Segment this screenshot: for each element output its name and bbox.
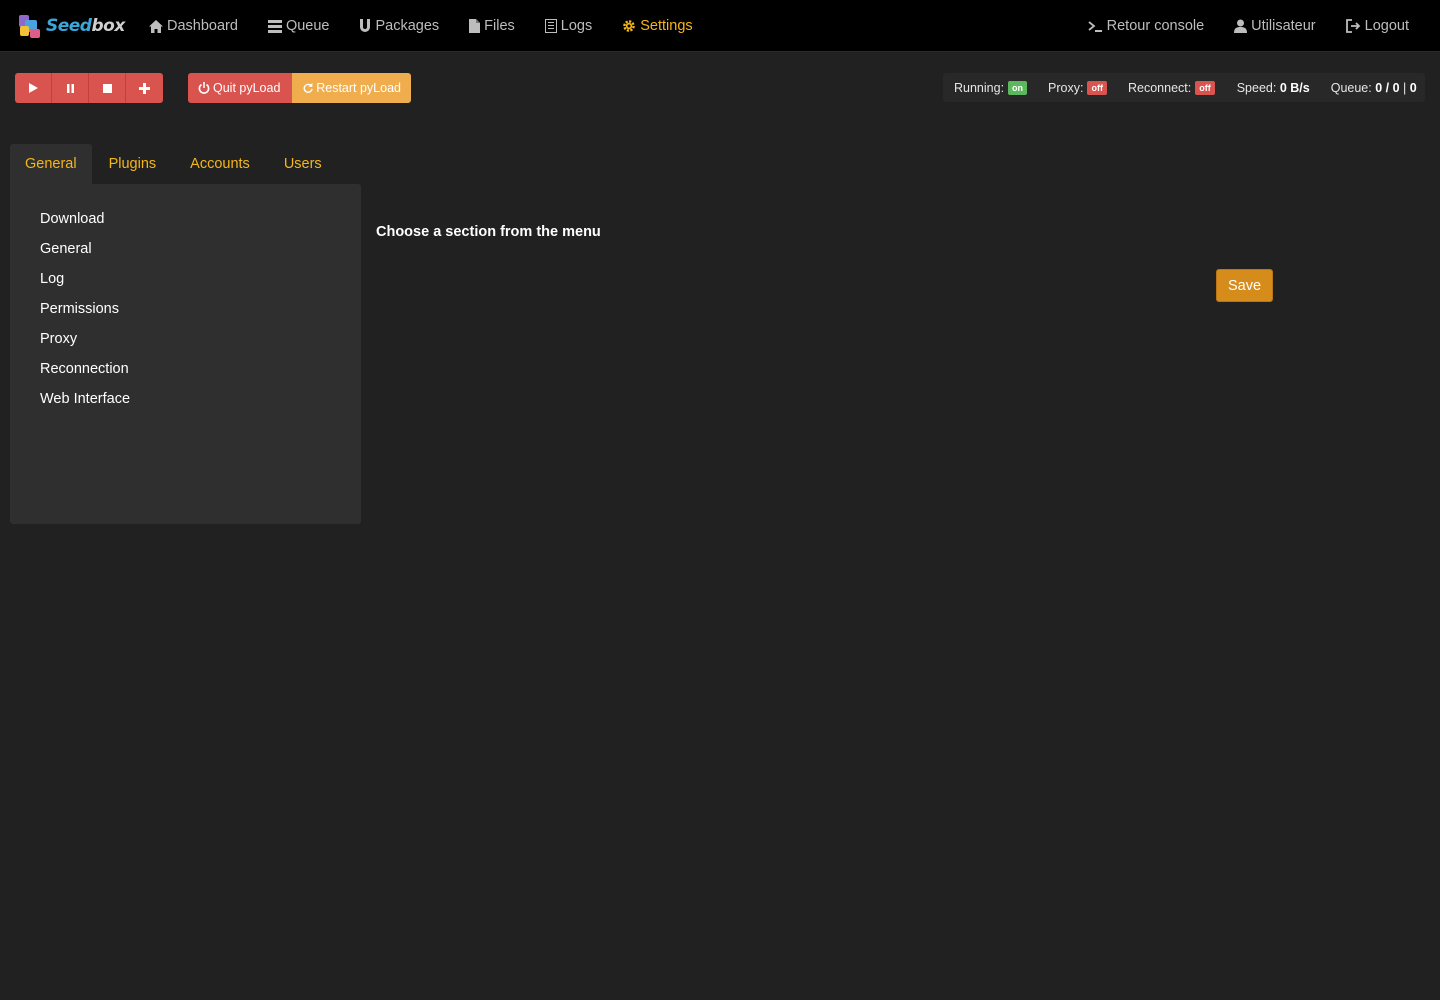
gear-icon [623,20,636,32]
tab-accounts[interactable]: Accounts [173,144,267,184]
section-item-download[interactable]: Download [10,210,361,240]
restart-pyload-button[interactable]: Restart pyLoad [292,73,411,103]
logo-icon [16,12,44,40]
queue-icon [267,19,282,33]
brand-logo[interactable]: Seedbox [16,11,125,41]
status-bar: Running: on Proxy: off Reconnect: off Sp… [943,73,1425,102]
tab-users[interactable]: Users [267,144,339,184]
play-icon [28,83,38,93]
speed-value: 0 B/s [1279,80,1310,95]
queue-total: 0 [1409,80,1417,95]
logo-text: Seedbox [46,16,125,36]
tab-plugins[interactable]: Plugins [92,144,174,184]
proxy-badge: off [1087,80,1107,95]
nav-logs[interactable]: Logs [544,18,592,34]
section-item-reconnection[interactable]: Reconnection [10,360,361,390]
plus-icon [139,82,150,94]
nav-dashboard[interactable]: Dashboard [149,18,238,34]
magnet-icon [360,19,371,32]
section-item-permissions[interactable]: Permissions [10,300,361,330]
nav-files[interactable]: Files [469,18,515,34]
save-button[interactable]: Save [1216,269,1273,302]
nav-packages[interactable]: Packages [359,18,439,34]
logout-icon [1345,19,1360,33]
top-navbar: Seedbox Dashboard Queue Packages Files L… [0,0,1440,52]
status-proxy: Proxy: off [1048,80,1107,95]
download-controls [15,73,163,103]
stop-button[interactable] [89,73,126,103]
status-queue: Queue: 0 / 0 | 0 [1330,80,1417,95]
file-icon [469,19,481,33]
nav-logout[interactable]: Logout [1345,18,1409,34]
pause-icon [66,83,74,93]
nav-retour-console[interactable]: Retour console [1088,18,1204,34]
section-menu: Download General Log Permissions Proxy R… [10,184,361,524]
console-icon [1088,20,1102,32]
user-nav: Retour console Utilisateur Logout [1058,0,1409,52]
running-badge: on [1008,80,1028,95]
section-item-web-interface[interactable]: Web Interface [10,390,361,420]
user-icon [1234,19,1248,33]
home-icon [149,19,163,33]
quit-pyload-button[interactable]: Quit pyLoad [188,73,292,103]
nav-settings[interactable]: Settings [622,18,693,34]
start-button[interactable] [15,73,52,103]
reconnect-badge: off [1195,80,1215,95]
pause-button[interactable] [52,73,89,103]
refresh-icon [303,82,313,93]
nav-utilisateur[interactable]: Utilisateur [1234,18,1316,34]
section-item-proxy[interactable]: Proxy [10,330,361,360]
tab-general[interactable]: General [10,144,92,184]
status-running: Running: on [954,80,1028,95]
nav-queue[interactable]: Queue [267,18,329,34]
section-hint: Choose a section from the menu [376,224,601,240]
power-icon [198,82,210,94]
status-reconnect: Reconnect: off [1128,80,1215,95]
queue-value: 0 / 0 [1375,80,1400,95]
status-speed: Speed: 0 B/s [1236,80,1310,95]
server-actions: Quit pyLoad Restart pyLoad [188,73,411,103]
list-icon [544,19,557,33]
add-package-button[interactable] [126,73,163,103]
section-item-general[interactable]: General [10,240,361,270]
control-toolbar: Quit pyLoad Restart pyLoad [15,73,411,103]
stop-icon [102,83,112,93]
settings-tabs: General Plugins Accounts Users [10,144,339,184]
section-item-log[interactable]: Log [10,270,361,300]
queue-separator: | [1403,80,1407,95]
main-nav: Dashboard Queue Packages Files Logs Sett… [149,0,723,52]
